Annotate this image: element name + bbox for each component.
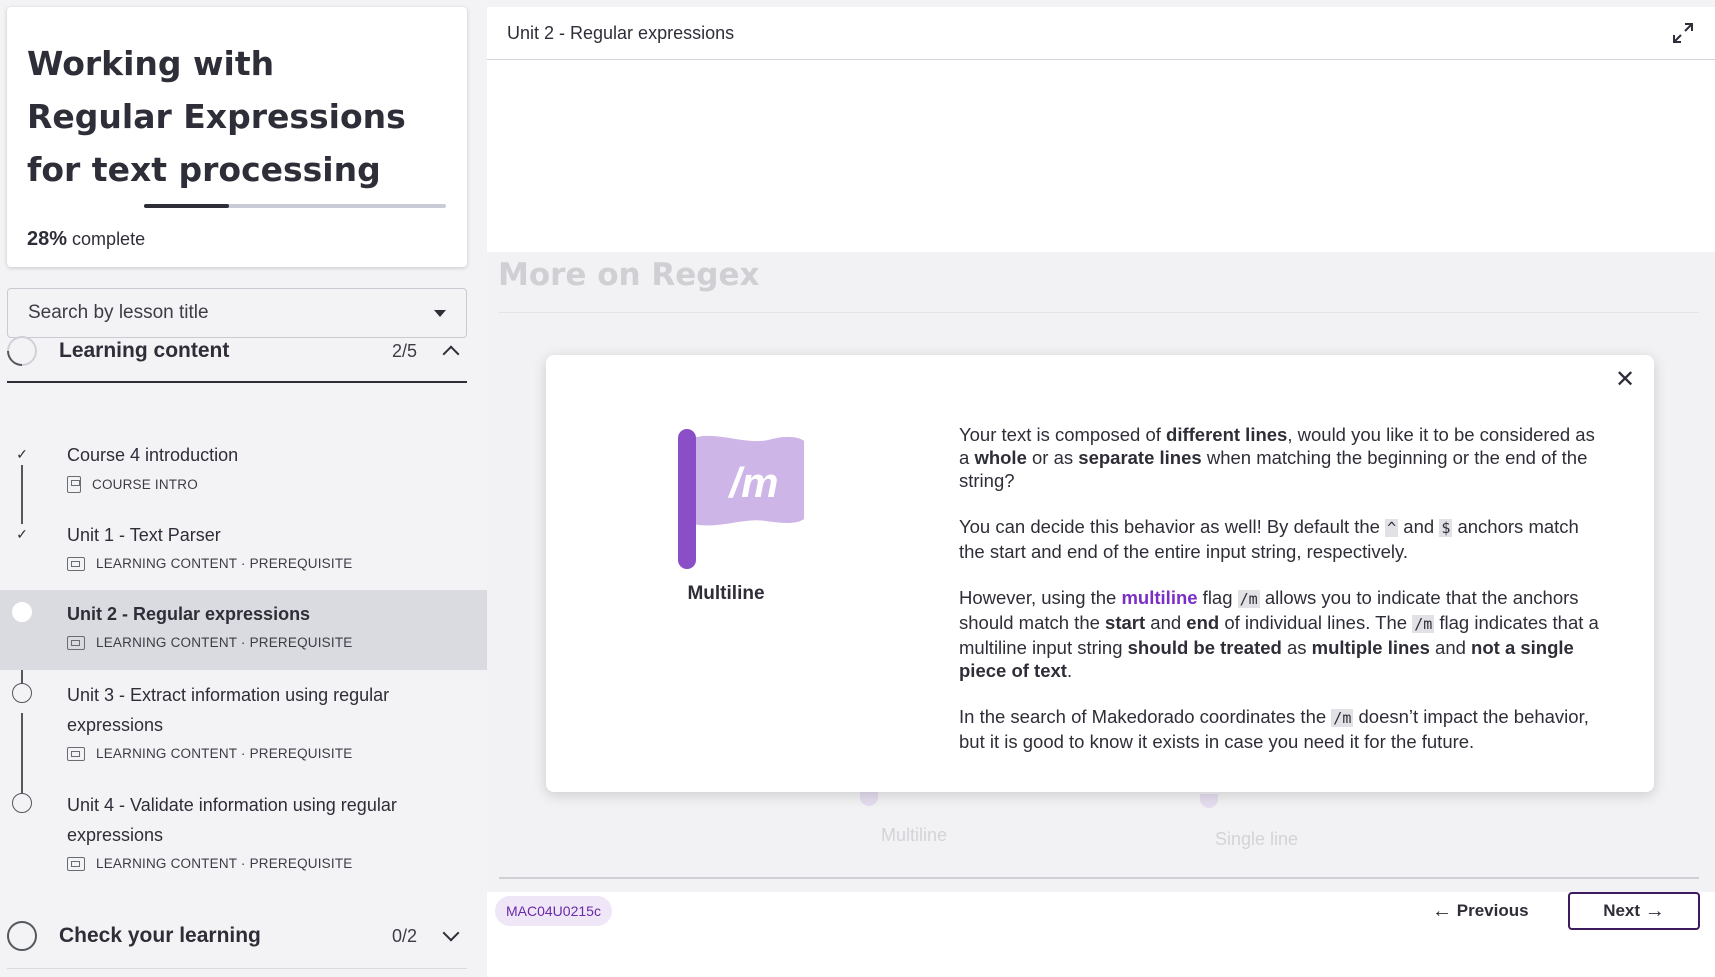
progress-suffix: complete (72, 229, 146, 249)
paragraph-4: In the search of Makedorado coordinates … (959, 706, 1589, 752)
lesson-meta: LEARNING CONTENT · PREREQUISITE (67, 856, 352, 871)
checkmark-icon: ✓ (12, 444, 32, 464)
arrow-left-icon: ← (1432, 900, 1452, 922)
screen-icon (67, 635, 85, 650)
lesson-meta: LEARNING CONTENT · PREREQUISITE (67, 556, 352, 571)
caret-down-icon (434, 309, 446, 317)
not-started-circle-icon (12, 683, 32, 703)
flag-pole (678, 429, 696, 569)
close-icon[interactable]: ✕ (1612, 367, 1638, 393)
paragraph-2: You can decide this behavior as well! By… (959, 516, 1579, 562)
lesson-header: Unit 2 - Regular expressions (487, 7, 1715, 60)
lesson-item-unit-4[interactable]: Unit 4 - Validate information using regu… (0, 790, 487, 890)
paragraph-1: Your text is composed of different lines… (959, 424, 1595, 491)
lesson-item-unit-3[interactable]: Unit 3 - Extract information using regul… (0, 680, 487, 780)
document-icon (67, 476, 81, 493)
section-header-check-your-learning[interactable]: Check your learning 0/2 (7, 910, 467, 962)
course-progress-fill (144, 204, 229, 208)
previous-label: Previous (1456, 901, 1529, 920)
lesson-meta: LEARNING CONTENT · PREREQUISITE (67, 635, 352, 650)
lesson-title: Unit 2 - Regular expressions (67, 604, 311, 624)
screen-icon (67, 856, 85, 871)
not-started-circle-icon (12, 793, 32, 813)
flag-caption: Multiline (687, 583, 765, 604)
next-label: Next (1603, 901, 1641, 920)
lesson-title: Unit 4 - Validate information using regu… (67, 795, 397, 845)
lesson-title: Unit 3 - Extract information using regul… (67, 685, 390, 735)
section-count: 0/2 (391, 925, 417, 946)
arrow-right-icon: → (1644, 900, 1665, 922)
option-label-multiline: Multiline (881, 825, 948, 845)
lesson-meta: LEARNING CONTENT · PREREQUISITE (67, 746, 352, 761)
screen-icon (67, 746, 85, 761)
lesson-header-title: Unit 2 - Regular expressions (507, 22, 735, 43)
lesson-title: Unit 1 - Text Parser (67, 525, 221, 545)
progress-percent: 28% (27, 228, 68, 250)
lesson-meta-text: LEARNING CONTENT · PREREQUISITE (96, 635, 353, 650)
section-divider (7, 381, 467, 383)
footer-divider (499, 877, 1699, 879)
next-button[interactable]: Next → (1568, 892, 1700, 930)
section-count: 2/5 (391, 340, 417, 361)
lesson-section-title: More on Regex (498, 257, 760, 293)
section-title: Learning content (59, 339, 230, 362)
paragraph-3: However, using the multiline flag /m all… (959, 587, 1599, 681)
title-divider (499, 312, 1699, 313)
lesson-item-unit-1[interactable]: ✓ Unit 1 - Text Parser LEARNING CONTENT … (0, 520, 487, 598)
modal-body-text: Your text is composed of different lines… (959, 423, 1609, 776)
lesson-meta-text: COURSE INTRO (92, 477, 198, 492)
checkmark-icon: ✓ (12, 524, 32, 544)
lesson-title: Course 4 introduction (67, 445, 239, 465)
screen-icon (67, 556, 85, 571)
lesson-code-badge: MAC04U0215c (495, 896, 612, 926)
search-placeholder: Search by lesson title (28, 302, 209, 323)
expand-fullscreen-icon[interactable] (1671, 21, 1695, 45)
chevron-up-icon[interactable] (442, 345, 460, 363)
course-title: Working with Regular Expressions for tex… (27, 44, 406, 189)
course-card: Working with Regular Expressions for tex… (7, 7, 467, 267)
progress-text: 28% complete (27, 228, 145, 251)
lesson-item-unit-2[interactable]: Unit 2 - Regular expressions LEARNING CO… (0, 590, 487, 670)
section-progress-ring-icon (0, 329, 44, 373)
chevron-down-icon[interactable] (442, 924, 460, 942)
previous-button[interactable]: ← Previous (1432, 892, 1529, 930)
flag-illustration: /m (676, 427, 816, 577)
current-lesson-dot-icon (12, 602, 32, 622)
section-divider (7, 968, 467, 969)
section-progress-ring-icon (7, 921, 37, 951)
course-sidebar: Working with Regular Expressions for tex… (0, 0, 487, 977)
lesson-meta: COURSE INTRO (67, 476, 198, 493)
section-title: Check your learning (59, 924, 261, 947)
lesson-meta-text: LEARNING CONTENT · PREREQUISITE (96, 556, 353, 571)
section-header-learning-content[interactable]: Learning content 2/5 (0, 325, 467, 377)
option-label-single-line: Single line (1215, 829, 1299, 849)
info-modal: ✕ /m Multiline Your text is composed of … (546, 355, 1654, 792)
lesson-item-course-intro[interactable]: ✓ Course 4 introduction COURSE INTRO (0, 440, 487, 518)
lesson-meta-text: LEARNING CONTENT · PREREQUISITE (96, 856, 353, 871)
flag-text: /m (727, 459, 778, 506)
lesson-meta-text: LEARNING CONTENT · PREREQUISITE (96, 746, 353, 761)
course-progress-bar (144, 204, 446, 208)
